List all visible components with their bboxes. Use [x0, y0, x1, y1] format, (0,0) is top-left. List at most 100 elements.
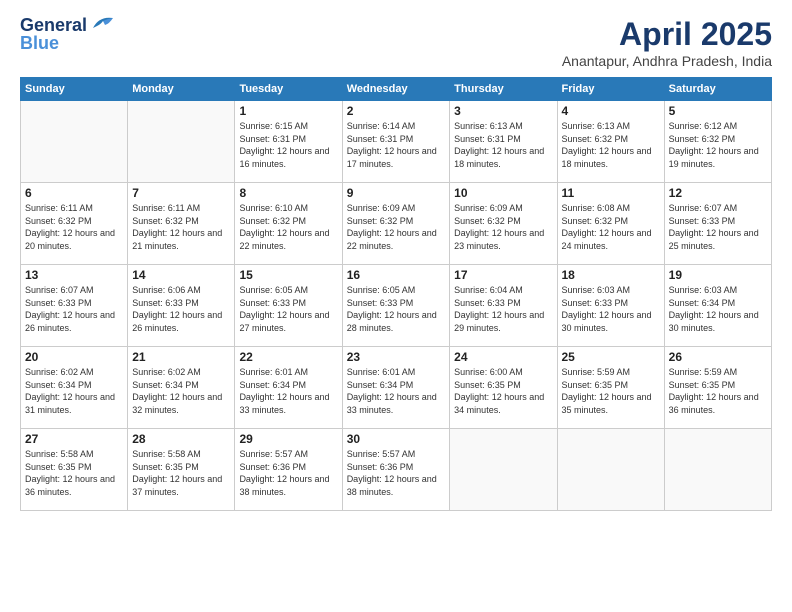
calendar-cell: 28 Sunrise: 5:58 AMSunset: 6:35 PMDaylig…	[128, 429, 235, 511]
header-thursday: Thursday	[450, 78, 557, 101]
calendar-cell: 16 Sunrise: 6:05 AMSunset: 6:33 PMDaylig…	[342, 265, 449, 347]
calendar-cell	[557, 429, 664, 511]
month-title: April 2025	[562, 16, 772, 53]
calendar-cell: 11 Sunrise: 6:08 AMSunset: 6:32 PMDaylig…	[557, 183, 664, 265]
day-number: 24	[454, 350, 552, 364]
calendar-cell: 25 Sunrise: 5:59 AMSunset: 6:35 PMDaylig…	[557, 347, 664, 429]
day-number: 21	[132, 350, 230, 364]
logo-bird-icon	[89, 14, 117, 32]
day-number: 25	[562, 350, 660, 364]
day-number: 14	[132, 268, 230, 282]
day-info: Sunrise: 6:12 AMSunset: 6:32 PMDaylight:…	[669, 120, 767, 170]
calendar-cell: 12 Sunrise: 6:07 AMSunset: 6:33 PMDaylig…	[664, 183, 771, 265]
calendar-cell: 1 Sunrise: 6:15 AMSunset: 6:31 PMDayligh…	[235, 101, 342, 183]
calendar-cell: 2 Sunrise: 6:14 AMSunset: 6:31 PMDayligh…	[342, 101, 449, 183]
day-info: Sunrise: 6:03 AMSunset: 6:33 PMDaylight:…	[562, 284, 660, 334]
calendar-cell: 13 Sunrise: 6:07 AMSunset: 6:33 PMDaylig…	[21, 265, 128, 347]
day-info: Sunrise: 6:02 AMSunset: 6:34 PMDaylight:…	[132, 366, 230, 416]
page-header: General Blue April 2025 Anantapur, Andhr…	[20, 16, 772, 69]
day-number: 29	[239, 432, 337, 446]
calendar-cell: 9 Sunrise: 6:09 AMSunset: 6:32 PMDayligh…	[342, 183, 449, 265]
day-number: 7	[132, 186, 230, 200]
calendar-cell: 15 Sunrise: 6:05 AMSunset: 6:33 PMDaylig…	[235, 265, 342, 347]
location: Anantapur, Andhra Pradesh, India	[562, 53, 772, 69]
calendar-cell	[21, 101, 128, 183]
day-info: Sunrise: 5:59 AMSunset: 6:35 PMDaylight:…	[669, 366, 767, 416]
day-number: 9	[347, 186, 445, 200]
day-info: Sunrise: 6:05 AMSunset: 6:33 PMDaylight:…	[347, 284, 445, 334]
day-number: 28	[132, 432, 230, 446]
day-info: Sunrise: 6:06 AMSunset: 6:33 PMDaylight:…	[132, 284, 230, 334]
day-number: 2	[347, 104, 445, 118]
calendar-week-row: 27 Sunrise: 5:58 AMSunset: 6:35 PMDaylig…	[21, 429, 772, 511]
day-info: Sunrise: 5:58 AMSunset: 6:35 PMDaylight:…	[132, 448, 230, 498]
calendar-header-row: Sunday Monday Tuesday Wednesday Thursday…	[21, 78, 772, 101]
calendar-cell: 21 Sunrise: 6:02 AMSunset: 6:34 PMDaylig…	[128, 347, 235, 429]
day-number: 20	[25, 350, 123, 364]
calendar-cell: 7 Sunrise: 6:11 AMSunset: 6:32 PMDayligh…	[128, 183, 235, 265]
calendar-week-row: 20 Sunrise: 6:02 AMSunset: 6:34 PMDaylig…	[21, 347, 772, 429]
calendar-cell: 4 Sunrise: 6:13 AMSunset: 6:32 PMDayligh…	[557, 101, 664, 183]
day-info: Sunrise: 6:03 AMSunset: 6:34 PMDaylight:…	[669, 284, 767, 334]
calendar-cell: 30 Sunrise: 5:57 AMSunset: 6:36 PMDaylig…	[342, 429, 449, 511]
day-info: Sunrise: 6:07 AMSunset: 6:33 PMDaylight:…	[669, 202, 767, 252]
day-number: 23	[347, 350, 445, 364]
calendar-cell	[128, 101, 235, 183]
day-number: 18	[562, 268, 660, 282]
day-number: 17	[454, 268, 552, 282]
day-number: 27	[25, 432, 123, 446]
day-info: Sunrise: 6:01 AMSunset: 6:34 PMDaylight:…	[239, 366, 337, 416]
calendar-cell: 18 Sunrise: 6:03 AMSunset: 6:33 PMDaylig…	[557, 265, 664, 347]
day-info: Sunrise: 5:57 AMSunset: 6:36 PMDaylight:…	[239, 448, 337, 498]
calendar-week-row: 13 Sunrise: 6:07 AMSunset: 6:33 PMDaylig…	[21, 265, 772, 347]
day-number: 11	[562, 186, 660, 200]
day-number: 6	[25, 186, 123, 200]
day-info: Sunrise: 5:58 AMSunset: 6:35 PMDaylight:…	[25, 448, 123, 498]
day-info: Sunrise: 6:13 AMSunset: 6:31 PMDaylight:…	[454, 120, 552, 170]
day-info: Sunrise: 6:09 AMSunset: 6:32 PMDaylight:…	[347, 202, 445, 252]
day-number: 1	[239, 104, 337, 118]
calendar-cell	[450, 429, 557, 511]
calendar-week-row: 1 Sunrise: 6:15 AMSunset: 6:31 PMDayligh…	[21, 101, 772, 183]
calendar-cell: 19 Sunrise: 6:03 AMSunset: 6:34 PMDaylig…	[664, 265, 771, 347]
day-number: 5	[669, 104, 767, 118]
day-number: 3	[454, 104, 552, 118]
day-number: 19	[669, 268, 767, 282]
day-number: 8	[239, 186, 337, 200]
calendar-cell: 26 Sunrise: 5:59 AMSunset: 6:35 PMDaylig…	[664, 347, 771, 429]
logo: General Blue	[20, 16, 117, 54]
day-number: 13	[25, 268, 123, 282]
day-number: 4	[562, 104, 660, 118]
logo-text-blue: Blue	[20, 33, 59, 53]
header-friday: Friday	[557, 78, 664, 101]
day-number: 15	[239, 268, 337, 282]
day-info: Sunrise: 6:01 AMSunset: 6:34 PMDaylight:…	[347, 366, 445, 416]
day-info: Sunrise: 6:10 AMSunset: 6:32 PMDaylight:…	[239, 202, 337, 252]
day-info: Sunrise: 6:05 AMSunset: 6:33 PMDaylight:…	[239, 284, 337, 334]
day-info: Sunrise: 5:57 AMSunset: 6:36 PMDaylight:…	[347, 448, 445, 498]
header-tuesday: Tuesday	[235, 78, 342, 101]
day-info: Sunrise: 6:11 AMSunset: 6:32 PMDaylight:…	[25, 202, 123, 252]
calendar-cell: 24 Sunrise: 6:00 AMSunset: 6:35 PMDaylig…	[450, 347, 557, 429]
calendar-cell: 3 Sunrise: 6:13 AMSunset: 6:31 PMDayligh…	[450, 101, 557, 183]
day-info: Sunrise: 6:04 AMSunset: 6:33 PMDaylight:…	[454, 284, 552, 334]
header-monday: Monday	[128, 78, 235, 101]
calendar-table: Sunday Monday Tuesday Wednesday Thursday…	[20, 77, 772, 511]
calendar-cell: 20 Sunrise: 6:02 AMSunset: 6:34 PMDaylig…	[21, 347, 128, 429]
calendar-cell: 17 Sunrise: 6:04 AMSunset: 6:33 PMDaylig…	[450, 265, 557, 347]
calendar-cell: 22 Sunrise: 6:01 AMSunset: 6:34 PMDaylig…	[235, 347, 342, 429]
day-number: 22	[239, 350, 337, 364]
calendar-cell: 10 Sunrise: 6:09 AMSunset: 6:32 PMDaylig…	[450, 183, 557, 265]
day-info: Sunrise: 6:13 AMSunset: 6:32 PMDaylight:…	[562, 120, 660, 170]
day-number: 30	[347, 432, 445, 446]
day-info: Sunrise: 5:59 AMSunset: 6:35 PMDaylight:…	[562, 366, 660, 416]
day-number: 26	[669, 350, 767, 364]
day-info: Sunrise: 6:15 AMSunset: 6:31 PMDaylight:…	[239, 120, 337, 170]
calendar-cell: 6 Sunrise: 6:11 AMSunset: 6:32 PMDayligh…	[21, 183, 128, 265]
day-info: Sunrise: 6:09 AMSunset: 6:32 PMDaylight:…	[454, 202, 552, 252]
calendar-cell: 23 Sunrise: 6:01 AMSunset: 6:34 PMDaylig…	[342, 347, 449, 429]
title-section: April 2025 Anantapur, Andhra Pradesh, In…	[562, 16, 772, 69]
day-number: 16	[347, 268, 445, 282]
calendar-cell: 8 Sunrise: 6:10 AMSunset: 6:32 PMDayligh…	[235, 183, 342, 265]
header-sunday: Sunday	[21, 78, 128, 101]
